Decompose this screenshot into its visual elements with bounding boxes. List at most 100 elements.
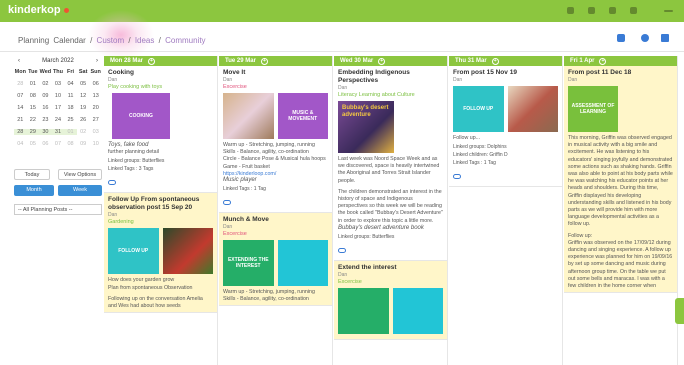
view-options-button[interactable]: View Options xyxy=(58,169,102,180)
calendar-day[interactable]: 15 xyxy=(27,105,40,111)
calendar-day[interactable]: 14 xyxy=(14,105,27,111)
book-cover[interactable]: Bubbay's desert adventure xyxy=(338,101,394,153)
print-icon[interactable] xyxy=(661,34,669,42)
calendar-day[interactable]: 13 xyxy=(89,93,102,99)
day-name: Sun xyxy=(90,69,101,75)
day-header-label: Wed 30 Mar xyxy=(340,58,374,64)
post-card[interactable]: From post 15 Nov 19 Dan FOLLOW UP Follow… xyxy=(449,66,562,188)
calendar-day[interactable]: 28 xyxy=(14,81,27,87)
calendar-day[interactable]: 06 xyxy=(89,81,102,87)
calendar-day[interactable]: 01 xyxy=(27,81,40,87)
comment-icon[interactable] xyxy=(108,180,116,186)
brand-logo[interactable]: kinderkop xyxy=(8,4,69,16)
post-card[interactable]: Follow Up From spontaneous observation p… xyxy=(104,193,217,314)
linked-children: Linked children: Griffin D xyxy=(453,152,508,159)
comment-icon[interactable] xyxy=(453,174,461,180)
prev-month-arrow[interactable]: ‹ xyxy=(18,58,20,64)
comment-icon[interactable] xyxy=(223,200,231,206)
post-photo[interactable] xyxy=(507,86,558,132)
calendar-day[interactable]: 18 xyxy=(64,105,77,111)
calendar-day[interactable]: 20 xyxy=(89,105,102,111)
calendar-day[interactable]: 10 xyxy=(52,93,65,99)
post-card[interactable]: Move It Dan Excercise MUSIC & MOVEMENT W… xyxy=(219,66,332,214)
calendar-day[interactable]: 06 xyxy=(39,141,52,147)
calendar-day[interactable]: 25 xyxy=(64,117,77,123)
calendar-day[interactable]: 26 xyxy=(77,117,90,123)
week-view-button[interactable]: Week xyxy=(58,185,102,196)
linked-tags[interactable]: Linked Tags : 1 Tag xyxy=(223,186,328,192)
post-text: Skills - Balance, agility, co-ordination xyxy=(223,296,309,303)
settings-icon[interactable] xyxy=(567,7,574,14)
post-card[interactable]: Munch & Move Dan Excercise EXTENDING THE… xyxy=(219,213,332,307)
add-post-icon[interactable]: + xyxy=(260,57,268,65)
comment-icon[interactable] xyxy=(338,248,346,254)
calendar-day[interactable]: 08 xyxy=(27,93,40,99)
day-column-fri: Fri 1 Apr + From post 11 Dec 18 Dan ASSES… xyxy=(564,56,678,365)
calendar-day[interactable]: 04 xyxy=(64,81,77,87)
feedback-tab[interactable] xyxy=(675,298,684,324)
post-author: Dan xyxy=(108,77,118,83)
calendar-day[interactable]: 28 xyxy=(14,129,27,135)
nav-community[interactable]: Community xyxy=(165,36,205,45)
calendar-day[interactable]: 31 xyxy=(51,129,65,135)
linked-groups: Linked groups: Dolphins xyxy=(453,144,507,151)
post-card[interactable]: Embedding Indigenous Perspectives Dan Li… xyxy=(334,66,447,262)
calendar-day[interactable]: 07 xyxy=(52,141,65,147)
month-view-button[interactable]: Month xyxy=(14,185,54,196)
post-photo[interactable] xyxy=(162,228,213,275)
calendar-day[interactable]: 19 xyxy=(77,105,90,111)
post-photo[interactable] xyxy=(223,93,274,139)
globe-icon[interactable] xyxy=(630,7,637,14)
post-card[interactable]: Cooking Dan Play cooking with toys COOKI… xyxy=(104,66,217,194)
day-column-mon: Mon 28 Mar + Cooking Dan Play cooking wit… xyxy=(104,56,218,365)
add-post-icon[interactable]: + xyxy=(599,57,607,65)
calendar-day[interactable]: 05 xyxy=(27,141,40,147)
calendar-day[interactable]: 09 xyxy=(77,141,90,147)
nav-custom[interactable]: Custom xyxy=(97,36,125,45)
calendar-day[interactable]: 02 xyxy=(77,129,90,135)
calendar-day[interactable]: 23 xyxy=(39,117,52,123)
calendar-day[interactable]: 08 xyxy=(64,141,77,147)
gear-icon[interactable] xyxy=(609,7,616,14)
calendar-day[interactable]: 24 xyxy=(52,117,65,123)
calendar-day[interactable]: 16 xyxy=(39,105,52,111)
today-button[interactable]: Today xyxy=(14,169,50,180)
calendar-day[interactable]: 02 xyxy=(39,81,52,87)
add-post-icon[interactable]: + xyxy=(148,57,156,65)
calendar-day[interactable]: 10 xyxy=(89,141,102,147)
calendar-day[interactable]: 17 xyxy=(52,105,65,111)
calendar-day[interactable]: 03 xyxy=(89,129,102,135)
menu-icon[interactable] xyxy=(664,10,673,12)
calendar-day[interactable]: 03 xyxy=(52,81,65,87)
linked-tags[interactable]: Linked Tags : 1 Tag xyxy=(453,160,558,166)
post-card[interactable]: From post 11 Dec 18 Dan ASSESSMENT OF LE… xyxy=(564,66,677,294)
nav-ideas[interactable]: Ideas xyxy=(135,36,155,45)
share-icon[interactable] xyxy=(617,34,625,42)
grid-icon[interactable] xyxy=(588,7,595,14)
calendar-day[interactable]: 11 xyxy=(64,93,77,99)
post-tile-2 xyxy=(277,240,328,287)
post-media-row xyxy=(338,285,443,337)
calendar-day[interactable]: 27 xyxy=(89,117,102,123)
calendar-day[interactable]: 22 xyxy=(27,117,40,123)
calendar-day[interactable]: 05 xyxy=(77,81,90,87)
post-card[interactable]: Extend the interest Dan Excercise xyxy=(334,261,447,341)
help-icon[interactable] xyxy=(641,34,649,42)
calendar-day[interactable]: 30 xyxy=(39,129,52,135)
post-category: Literacy Learning about Culture xyxy=(338,92,415,98)
calendar-day[interactable]: 04 xyxy=(14,141,27,147)
next-month-arrow[interactable]: › xyxy=(96,58,98,64)
calendar-day[interactable]: 09 xyxy=(39,93,52,99)
nav-planning[interactable]: Planning xyxy=(18,36,49,45)
planning-posts-select[interactable]: -- All Planning Posts -- xyxy=(14,204,102,215)
calendar-day[interactable]: 21 xyxy=(14,117,27,123)
day-name: Thu xyxy=(52,69,64,75)
add-post-icon[interactable]: + xyxy=(491,57,499,65)
calendar-day[interactable]: 29 xyxy=(26,129,40,135)
calendar-day[interactable]: 01 xyxy=(64,129,77,135)
nav-calendar[interactable]: Calendar xyxy=(53,36,85,45)
linked-tags[interactable]: Linked Tags : 3 Tags xyxy=(108,166,213,172)
add-post-icon[interactable]: + xyxy=(378,57,386,65)
calendar-day[interactable]: 12 xyxy=(77,93,90,99)
calendar-day[interactable]: 07 xyxy=(14,93,27,99)
